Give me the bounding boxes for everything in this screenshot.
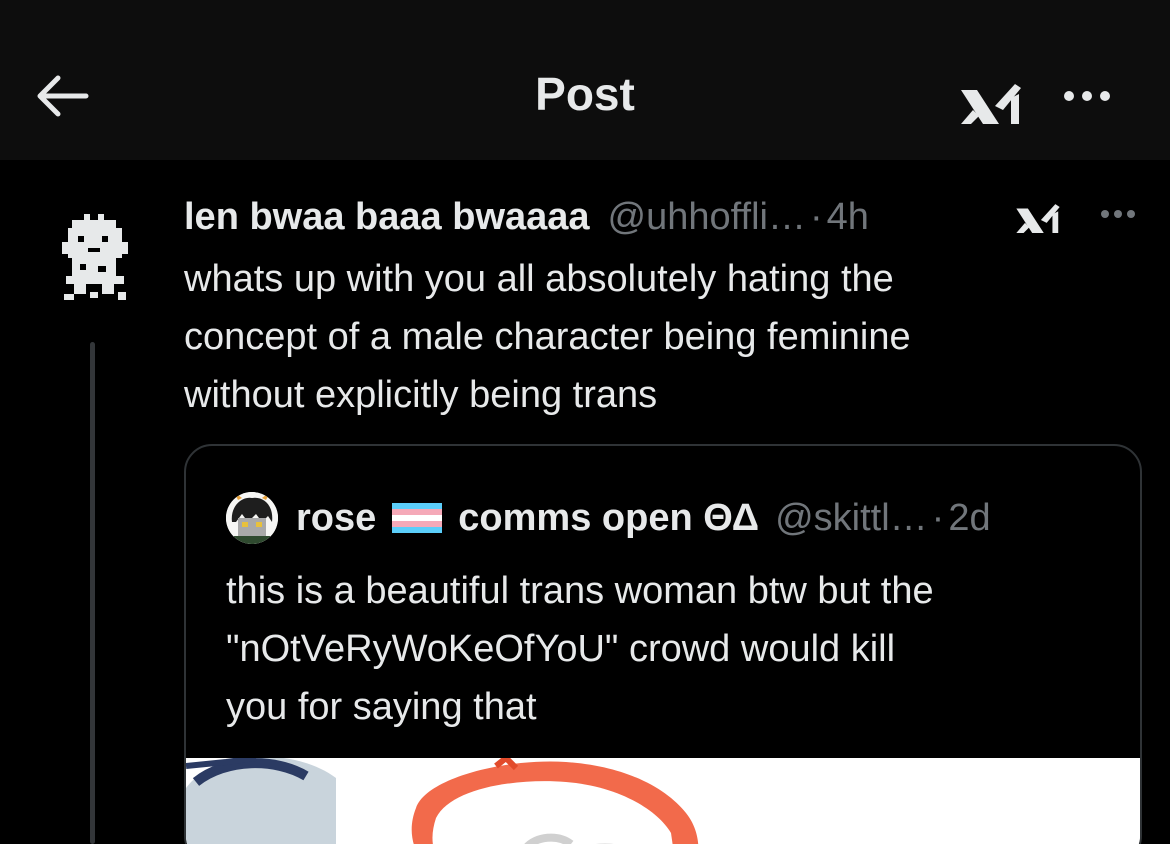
quoted-author-avatar[interactable] (226, 492, 278, 544)
more-dot (1064, 91, 1074, 101)
quoted-post-card[interactable]: rose comms open ΘΔ @skittl… · 2d this is… (184, 444, 1142, 844)
thread-connector-line (90, 342, 95, 844)
post-text-line: whats up with you all absolutely hating … (184, 258, 894, 300)
quoted-author-name[interactable]: rose (296, 497, 376, 540)
post-more-options-button[interactable] (1094, 200, 1142, 228)
artwork-image (186, 758, 1140, 844)
quoted-post-timestamp[interactable]: 2d (948, 497, 990, 540)
more-dot (1100, 91, 1110, 101)
post-body-text: whats up with you all absolutely hating … (184, 250, 1114, 424)
quoted-text-line: you for saying that (226, 686, 537, 728)
transgender-flag-icon (392, 503, 443, 533)
character-avatar-icon (226, 492, 278, 544)
separator-dot: · (809, 195, 823, 238)
grok-button[interactable] (955, 80, 1027, 132)
post-text-line: concept of a male character being femini… (184, 316, 911, 358)
author-handle[interactable]: @uhhoffli… (608, 196, 806, 239)
post-grok-button[interactable] (1012, 196, 1064, 244)
post-timestamp[interactable]: 4h (827, 196, 869, 239)
quoted-post-text: this is a beautiful trans woman btw but … (226, 562, 1106, 736)
more-dot (1101, 210, 1109, 218)
post-header: len bwaa baaa bwaaaa @uhhoffli… · 4h (184, 192, 869, 242)
grok-icon (961, 84, 1021, 124)
author-display-name[interactable]: len bwaa baaa bwaaaa (184, 196, 590, 239)
separator-dot: · (931, 496, 945, 539)
quoted-author-name-suffix[interactable]: comms open ΘΔ (458, 497, 759, 540)
quoted-post-header: rose comms open ΘΔ @skittl… · 2d (226, 492, 991, 544)
more-dot (1114, 210, 1122, 218)
more-options-button[interactable] (1055, 68, 1119, 124)
quoted-text-line: "nOtVeRyWoKeOfYoU" crowd would kill (226, 628, 896, 670)
more-dot (1127, 210, 1135, 218)
post-text-line: without explicitly being trans (184, 374, 658, 416)
quoted-text-line: this is a beautiful trans woman btw but … (226, 570, 934, 612)
top-navigation-bar: Post (0, 0, 1170, 160)
pixel-art-avatar-icon (62, 214, 128, 300)
grok-icon (1016, 204, 1060, 233)
quoted-post-media[interactable] (186, 758, 1140, 844)
author-avatar[interactable] (58, 210, 132, 306)
more-dot (1082, 91, 1092, 101)
quoted-author-handle[interactable]: @skittl… (775, 497, 928, 540)
